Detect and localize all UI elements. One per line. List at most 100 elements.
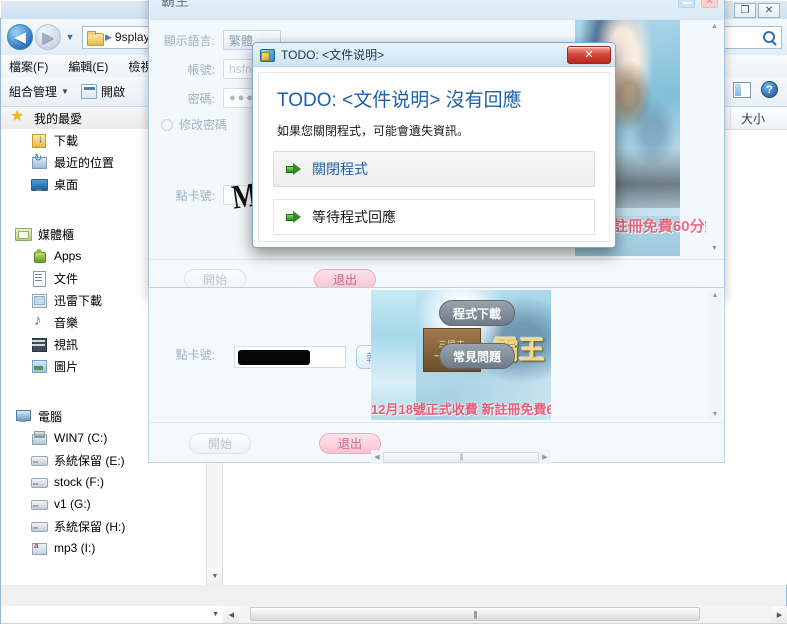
card-number-label: 點卡號: (175, 188, 215, 203)
screen: ❐ ✕ ◀ ▶ ▼ ▶ 9splay 檔案(F) 編輯(E) 檢視(組合管理 … (0, 0, 787, 624)
apps-icon (31, 248, 47, 264)
view-pane-icon[interactable] (733, 81, 751, 98)
sidebar-item-label: 桌面 (54, 177, 79, 192)
sidebar-item-label: v1 (G:) (54, 497, 91, 511)
back-button[interactable]: ◀ (7, 24, 33, 50)
dialog-heading: TODO: <文件说明> 沒有回應 (277, 90, 522, 111)
sidebar-item-label: 系統保留 (E:) (54, 453, 125, 468)
launcher2-horizontal-scrollbar[interactable]: ◀ ||| ▶ (371, 450, 551, 464)
scroll-left-icon[interactable]: ◀ (371, 451, 383, 463)
account-label: 帳號: (187, 62, 215, 77)
dialog-content: TODO: <文件说明> 沒有回應 如果您關閉程式，可能會遺失資訊。 關閉程式 … (258, 72, 610, 242)
video-icon (31, 336, 47, 352)
explorer-restore-button[interactable]: ❐ (734, 3, 756, 18)
sidebar-item-label: 圖片 (54, 359, 79, 374)
sidebar-item-label: Apps (54, 249, 82, 263)
wait-for-program-option[interactable]: 等待程式回應 (273, 199, 595, 235)
sidebar-item-drive-g[interactable]: v1 (G:) (1, 493, 222, 515)
explorer-horizontal-scrollbar[interactable]: ▼ ◀ ||| ▶ (1, 606, 787, 623)
card-number-input-2[interactable] (234, 346, 346, 368)
recent-pages-dropdown-icon[interactable]: ▼ (61, 24, 79, 50)
dialog-close-button[interactable]: ✕ (567, 45, 611, 64)
sidebar-item-label: 我的最愛 (34, 111, 83, 126)
scroll-up-icon[interactable]: ▲ (708, 290, 722, 299)
scroll-down-icon[interactable]: ▼ (708, 411, 722, 418)
computer-icon (15, 408, 31, 424)
xunlei-download-icon (31, 292, 47, 308)
hscroll-thumb[interactable]: ||| (383, 451, 539, 463)
change-password-row[interactable]: 修改密碼 (161, 116, 227, 133)
explorer-window-buttons: ❐ ✕ (734, 3, 780, 18)
sidebar-item-drive-f[interactable]: stock (F:) (1, 471, 222, 493)
drive-icon (31, 496, 48, 512)
open-label: 開啟 (100, 85, 125, 99)
faq-link[interactable]: 常見問題 (439, 343, 515, 369)
launcher2-footer: 開始 退出 ◀ ||| ▶ (149, 422, 724, 464)
redaction-bar (238, 350, 310, 365)
program-download-link[interactable]: 程式下載 (439, 300, 515, 326)
scroll-down-icon[interactable]: ▼ (706, 245, 723, 252)
explorer-close-button[interactable]: ✕ (758, 3, 780, 18)
menu-edit[interactable]: 編輯(E) (68, 58, 108, 75)
change-password-radio[interactable] (161, 118, 173, 131)
sidebar-item-label: 下載 (54, 133, 79, 148)
card-number-row-2: 點卡號: (149, 346, 223, 363)
launcher2-vertical-scrollbar[interactable]: ▲ ▼ (708, 290, 722, 420)
explorer-command-bar-right: ? (733, 81, 778, 98)
password-label: 密碼: (187, 91, 215, 106)
sidebar-item-label: 迅雷下載 (54, 293, 103, 308)
sidebar-item-drive-h[interactable]: 系統保留 (H:) (1, 515, 222, 537)
launcher1-title: 霸主 (161, 0, 189, 9)
game-launcher-window-2: 點卡號: 執行 三國志 一統天下 霸王 12月18號正式收費 新註冊免費60分鐘… (148, 287, 725, 464)
minimize-icon[interactable] (678, 0, 695, 8)
downloads-icon (31, 132, 47, 148)
sidebar-item-label: 電腦 (38, 409, 63, 424)
organize-button[interactable]: 組合管理 ▼ (9, 83, 69, 100)
nav-pane-scroll-down-icon[interactable]: ▼ (1, 606, 223, 623)
launcher1-title-bar: 霸主 ✕ (149, 0, 724, 19)
open-button[interactable]: 開啟 (80, 83, 125, 100)
forward-button[interactable]: ▶ (35, 24, 61, 50)
desktop-icon (31, 176, 48, 192)
scroll-right-icon[interactable]: ▶ (539, 451, 551, 463)
dialog-message: 如果您關閉程式，可能會遺失資訊。 (277, 124, 470, 138)
drive-icon (31, 452, 48, 468)
windows-drive-icon (31, 430, 47, 446)
hscroll-track[interactable]: ||| (240, 606, 771, 623)
menu-file[interactable]: 檔案(F) (9, 58, 48, 75)
sidebar-item-label: 音樂 (54, 315, 79, 330)
breadcrumb-item[interactable]: 9splay (115, 30, 150, 44)
launcher1-window-buttons: ✕ (678, 0, 718, 8)
start-button-2[interactable]: 開始 (189, 433, 251, 454)
chevron-down-icon: ▼ (61, 87, 69, 96)
promo-banner-text-2: 12月18號正式收費 新註冊免費60分鐘 (371, 402, 551, 417)
close-icon[interactable]: ✕ (701, 0, 718, 8)
help-icon[interactable]: ? (761, 81, 778, 98)
scroll-down-icon[interactable]: ▼ (207, 568, 222, 585)
scroll-up-icon[interactable]: ▲ (706, 20, 723, 30)
sidebar-item-label: 媒體櫃 (38, 227, 75, 242)
scroll-right-icon[interactable]: ▶ (771, 606, 787, 623)
sidebar-item-label: 視訊 (54, 337, 79, 352)
sidebar-item-label: WIN7 (C:) (54, 431, 108, 445)
sidebar-item-label: stock (F:) (54, 475, 104, 489)
card-number-label-2: 點卡號: (175, 348, 215, 362)
sidebar-item-drive-i[interactable]: mp3 (I:) (1, 537, 222, 559)
sidebar-item-label: 系統保留 (H:) (54, 519, 126, 534)
close-program-option[interactable]: 關閉程式 (273, 151, 595, 187)
documents-icon (31, 270, 47, 287)
language-label: 顯示語言: (163, 33, 215, 48)
column-header-size[interactable]: 大小 (730, 107, 787, 129)
pictures-icon (31, 358, 47, 374)
recent-places-icon (31, 153, 47, 170)
sidebar-item-label: 文件 (54, 271, 79, 286)
scroll-left-icon[interactable]: ◀ (223, 606, 240, 623)
drive-icon (31, 518, 48, 534)
sidebar-item-label: 最近的位置 (54, 155, 115, 170)
hscroll-thumb[interactable]: ||| (250, 607, 700, 621)
launcher1-vertical-scrollbar[interactable]: ▲ ▼ (706, 20, 723, 256)
close-program-label: 關閉程式 (312, 161, 368, 177)
folder-icon (87, 30, 104, 46)
green-arrow-icon (286, 210, 302, 224)
library-icon (15, 226, 32, 242)
